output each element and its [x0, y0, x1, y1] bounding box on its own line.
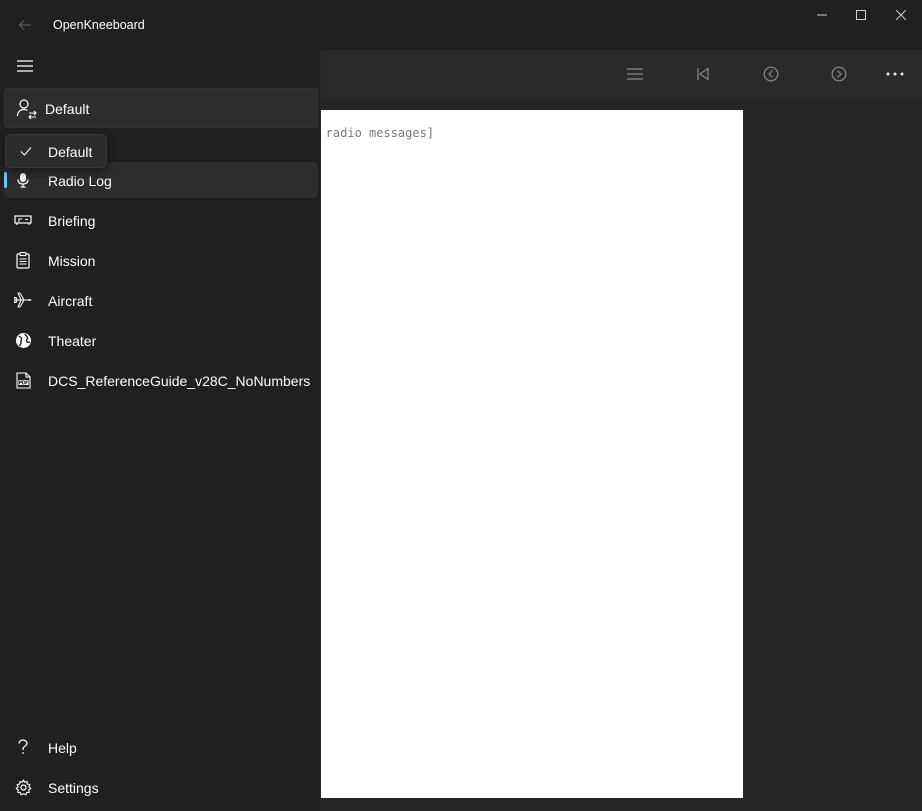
hamburger-icon: [17, 60, 33, 72]
checkmark-icon: [19, 144, 33, 158]
nav-item-label: DCS_ReferenceGuide_v28C_NoNumbers: [48, 373, 311, 389]
profile-switch-icon: [16, 98, 38, 120]
contents-icon: [627, 68, 643, 80]
briefing-icon: [14, 211, 32, 229]
maximize-icon: [856, 10, 866, 20]
minimize-button[interactable]: [802, 0, 842, 30]
selection-indicator: [4, 172, 7, 188]
kneeboard-page: or radio messages]: [321, 110, 743, 798]
more-icon: [886, 72, 904, 76]
profile-option-default[interactable]: Default: [6, 135, 106, 167]
profile-label: Default: [45, 101, 90, 117]
more-button[interactable]: [877, 60, 913, 88]
first-page-button[interactable]: [685, 60, 721, 88]
next-page-icon: [831, 66, 847, 82]
nav-item-reference-guide[interactable]: DCS_ReferenceGuide_v28C_NoNumbers: [4, 362, 318, 398]
title-bar: OpenKneeboard: [0, 0, 922, 50]
nav-item-label: Briefing: [48, 213, 96, 229]
maximize-button[interactable]: [841, 0, 881, 30]
airplane-icon: [14, 291, 32, 309]
close-button[interactable]: [881, 0, 921, 30]
nav-item-label: Theater: [48, 333, 97, 349]
nav-item-briefing[interactable]: Briefing: [4, 202, 318, 238]
menu-toggle-button[interactable]: [9, 53, 41, 79]
nav-item-aircraft[interactable]: Aircraft: [4, 282, 318, 318]
nav-item-label: Radio Log: [48, 173, 112, 189]
profile-selector[interactable]: Default: [4, 88, 318, 128]
contents-button[interactable]: [617, 60, 653, 88]
help-icon: [14, 738, 32, 756]
pdf-icon: [14, 371, 32, 389]
previous-page-icon: [763, 66, 779, 82]
globe-icon: [14, 331, 32, 349]
nav-item-mission[interactable]: Mission: [4, 242, 318, 278]
nav-item-label: Help: [48, 740, 77, 756]
nav-item-label: Settings: [48, 780, 99, 796]
nav-item-help[interactable]: Help: [4, 729, 318, 765]
next-page-button[interactable]: [821, 60, 857, 88]
nav-item-label: Aircraft: [48, 293, 93, 309]
minimize-icon: [817, 14, 827, 16]
clipboard-icon: [14, 251, 32, 269]
nav-item-theater[interactable]: Theater: [4, 322, 318, 358]
app-title: OpenKneeboard: [53, 18, 145, 32]
microphone-icon: [14, 171, 32, 189]
profile-dropdown: Default: [5, 134, 107, 168]
back-button[interactable]: [12, 10, 38, 40]
profile-option-label: Default: [48, 144, 93, 160]
gear-icon: [14, 778, 32, 796]
page-text: or radio messages]: [321, 126, 435, 140]
first-page-icon: [697, 67, 709, 81]
previous-page-button[interactable]: [753, 60, 789, 88]
nav-item-label: Mission: [48, 253, 96, 269]
nav-item-settings[interactable]: Settings: [4, 769, 318, 805]
close-icon: [896, 10, 906, 20]
back-arrow-icon: [18, 20, 31, 30]
